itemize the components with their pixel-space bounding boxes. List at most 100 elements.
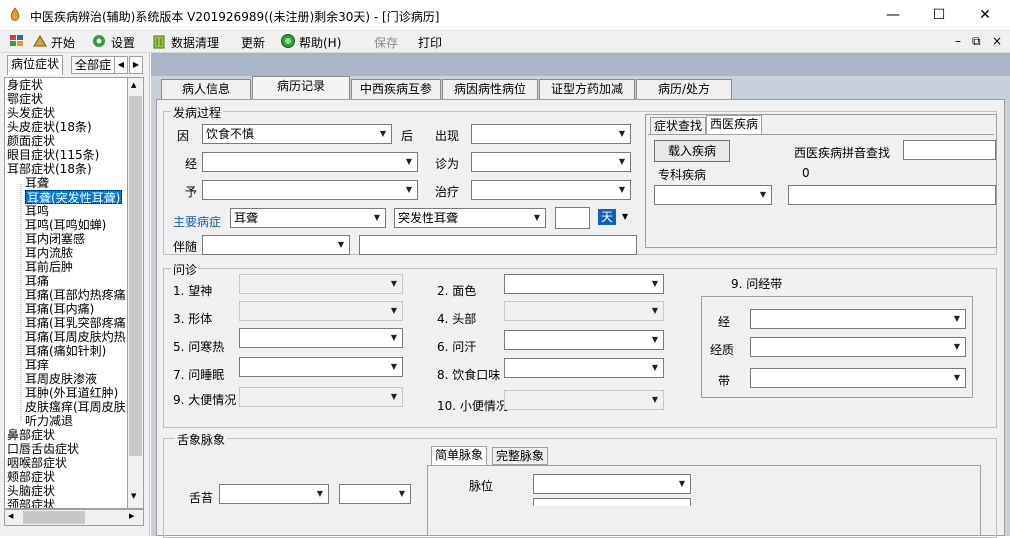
onset-treatment-select[interactable]: ▼	[471, 180, 631, 200]
tree-item-symptom[interactable]: 听力减退	[25, 414, 73, 428]
menu-settings[interactable]: 设置	[111, 34, 135, 51]
mdi-minimize-button[interactable]: –	[955, 34, 961, 48]
onset-appear-select[interactable]: ▼	[471, 124, 631, 144]
tree-item-symptom[interactable]: 耳痛(耳部灼热疼痛	[25, 288, 126, 302]
tree-item-symptom[interactable]: 耳鸣(耳鸣如蝉)	[25, 218, 106, 232]
tab-western-disease[interactable]: 西医疾病	[706, 115, 763, 135]
tab-simple-pulse[interactable]: 简单脉象	[431, 446, 488, 466]
tab-full-pulse[interactable]: 完整脉象	[492, 447, 549, 465]
close-button[interactable]: ✕	[962, 0, 1008, 31]
tree-item-category[interactable]: 颈部症状	[7, 498, 55, 508]
duration-unit[interactable]: 天	[598, 209, 616, 225]
tab-medical-record[interactable]: 病历记录	[252, 76, 350, 99]
tree-item-category[interactable]: 颜面症状	[7, 134, 55, 148]
tree-item-symptom[interactable]: 皮肤瘙痒(耳周皮肤	[25, 400, 126, 414]
tree-item-symptom[interactable]: 耳痛(痛如针刺)	[25, 344, 106, 358]
pulse-position-select-2[interactable]	[533, 498, 691, 506]
menu-update[interactable]: 更新	[241, 34, 265, 51]
tab-syndrome-prescription[interactable]: 证型方药加减	[539, 79, 635, 99]
tree-item-symptom[interactable]: 耳内闭塞感	[25, 232, 85, 246]
tree-item-symptom[interactable]: 耳鸣	[25, 204, 49, 218]
menses-select-3[interactable]: ▼	[750, 368, 966, 388]
unit-dropdown-icon[interactable]: ▼	[622, 212, 628, 221]
duration-input[interactable]	[555, 207, 590, 229]
main-symptom-select[interactable]: 耳聋 ▼	[230, 208, 386, 228]
inquiry-select-10[interactable]: ▼	[504, 390, 664, 410]
tab-scroll-right[interactable]: ▶	[129, 56, 143, 74]
scroll-down-icon[interactable]: ▼	[131, 492, 136, 500]
inquiry-select-1[interactable]: ▼	[239, 274, 403, 294]
tree-item-symptom[interactable]: 耳聋	[25, 176, 49, 190]
disease-list-input[interactable]	[788, 185, 996, 205]
tab-record-prescription[interactable]: 病历/处方	[636, 79, 732, 99]
special-disease-select[interactable]: ▼	[654, 185, 772, 205]
maximize-button[interactable]: ☐	[916, 0, 962, 31]
tree-item-symptom[interactable]: 耳痛(耳内痛)	[25, 302, 94, 316]
inquiry-select-2[interactable]: ▼	[504, 274, 664, 294]
tree-item-category[interactable]: 口唇舌齿症状	[7, 442, 79, 456]
onset-given-select[interactable]: ▼	[202, 180, 418, 200]
tab-scroll-left[interactable]: ◀	[114, 56, 128, 74]
tree-item-symptom[interactable]: 耳痛(耳乳突部疼痛	[25, 316, 126, 330]
tree-item-category[interactable]: 咽喉部症状	[7, 456, 67, 470]
tree-vertical-scrollbar[interactable]: ▲ ▼	[127, 77, 144, 509]
tree-item-category[interactable]: 眼目症状(115条)	[7, 148, 99, 162]
onset-diagnosed-select[interactable]: ▼	[471, 152, 631, 172]
tree-item-category[interactable]: 头发症状	[7, 106, 55, 120]
tab-cn-western-disease[interactable]: 中西疾病互参	[351, 79, 441, 99]
inquiry-select-8[interactable]: ▼	[504, 358, 664, 378]
pulse-position-select[interactable]: ▼	[533, 474, 691, 494]
main-symptom-detail-select[interactable]: 突发性耳聋 ▼	[394, 208, 546, 228]
tree-item-symptom[interactable]: 耳周皮肤渗液	[25, 372, 97, 386]
scroll-thumb[interactable]	[129, 96, 142, 456]
mdi-close-button[interactable]: ×	[992, 34, 1002, 48]
scroll-left-icon[interactable]: ◀	[8, 512, 13, 520]
hscroll-thumb[interactable]	[23, 511, 85, 524]
minimize-button[interactable]: —	[870, 0, 916, 31]
tongue-coating-select[interactable]: ▼	[219, 484, 329, 504]
accompany-select[interactable]: ▼	[202, 235, 350, 255]
inquiry-select-3[interactable]: ▼	[239, 301, 403, 321]
onset-through-select[interactable]: ▼	[202, 152, 418, 172]
tab-patient-info[interactable]: 病人信息	[161, 79, 251, 99]
load-disease-button[interactable]: 载入疾病	[654, 140, 730, 162]
menu-start[interactable]: 开始	[51, 34, 75, 51]
tab-symptom-by-location[interactable]: 病位症状	[7, 55, 64, 75]
tree-item-category[interactable]: 耳部症状(18条)	[7, 162, 92, 176]
tree-horizontal-scrollbar[interactable]: ◀ ▶	[4, 509, 144, 526]
tree-item-symptom[interactable]: 耳内流脓	[25, 246, 73, 260]
inquiry-select-6[interactable]: ▼	[504, 330, 664, 350]
tree-item-category[interactable]: 鼻部症状	[7, 428, 55, 442]
tree-item-category[interactable]: 颊部症状	[7, 470, 55, 484]
tab-symptom-search[interactable]: 症状查找	[650, 117, 707, 135]
tree-item-category[interactable]: 鄂症状	[7, 92, 43, 106]
inquiry-select-5[interactable]: ▼	[239, 328, 403, 348]
tree-item-symptom[interactable]: 耳聋(突发性耳聋)	[25, 190, 123, 205]
menu-print[interactable]: 打印	[418, 34, 442, 51]
menu-data-clean[interactable]: 数据清理	[171, 34, 219, 51]
tree-item-symptom[interactable]: 耳肿(外耳道红肿)	[25, 386, 118, 400]
tree-item-symptom[interactable]: 耳痒	[25, 358, 49, 372]
menses-select-2[interactable]: ▼	[750, 337, 966, 357]
tree-item-symptom[interactable]: 耳痛(耳周皮肤灼热	[25, 330, 126, 344]
menses-select-1[interactable]: ▼	[750, 309, 966, 329]
inquiry-select-7[interactable]: ▼	[239, 357, 403, 377]
inquiry-select-4[interactable]: ▼	[504, 301, 664, 321]
tree-item-category[interactable]: 身症状	[7, 78, 43, 92]
scroll-right-icon[interactable]: ▶	[129, 512, 134, 520]
accompany-text-input[interactable]	[359, 235, 637, 255]
tab-all-symptoms[interactable]: 全部症	[71, 56, 116, 74]
scroll-up-icon[interactable]: ▲	[131, 81, 136, 89]
inquiry-select-9[interactable]: ▼	[239, 387, 403, 407]
tongue-coating-select-2[interactable]: ▼	[339, 484, 411, 504]
pinyin-search-input[interactable]	[903, 140, 996, 160]
tree-item-symptom[interactable]: 耳痛	[25, 274, 49, 288]
mdi-restore-button[interactable]: ⧉	[972, 34, 981, 49]
tab-etiology[interactable]: 病因病性病位	[442, 79, 538, 99]
menu-help[interactable]: 帮助(H)	[299, 34, 341, 51]
tree-item-category[interactable]: 头皮症状(18条)	[7, 120, 92, 134]
onset-cause-select[interactable]: 饮食不慎 ▼	[202, 124, 392, 144]
menu-save[interactable]: 保存	[374, 34, 398, 51]
tree-item-category[interactable]: 头脑症状	[7, 484, 55, 498]
tree-item-symptom[interactable]: 耳前后肿	[25, 260, 73, 274]
